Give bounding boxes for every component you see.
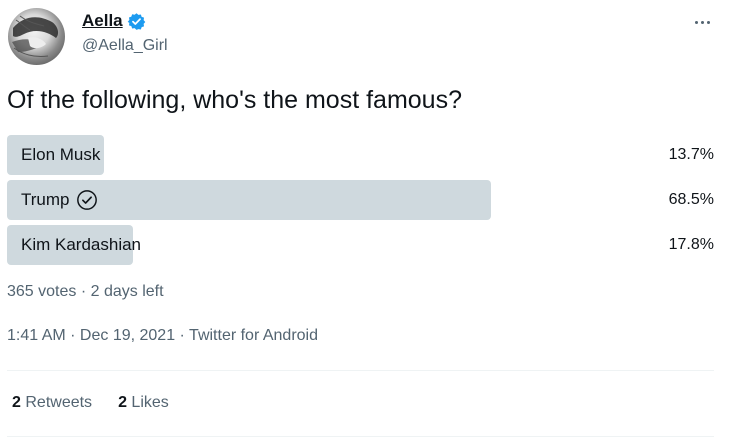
likes-stat[interactable]: 2 Likes (118, 394, 169, 412)
poll-option-percent: 13.7% (668, 146, 714, 163)
poll-option-label: Elon Musk (21, 135, 100, 175)
poll-option-elon-musk[interactable]: Elon Musk 13.7% (7, 135, 714, 175)
poll-option-text: Kim Kardashian (21, 235, 142, 254)
tweet-time[interactable]: 1:41 AM (7, 327, 66, 344)
retweets-stat[interactable]: 2 Retweets (12, 394, 92, 412)
tweet-date[interactable]: Dec 19, 2021 (80, 327, 175, 344)
avatar[interactable] (8, 8, 65, 65)
likes-label: Likes (131, 394, 169, 411)
poll-option-label: Kim Kardashian (21, 225, 141, 265)
divider (7, 370, 714, 371)
author-display-name[interactable]: Aella (82, 11, 123, 31)
poll: Elon Musk 13.7% Trump 68.5% Kim Kardashi… (7, 135, 714, 270)
separator: · (175, 327, 190, 344)
retweets-count: 2 (12, 394, 21, 411)
likes-count: 2 (118, 394, 127, 411)
poll-option-label: Trump (21, 180, 98, 220)
author-handle[interactable]: @Aella_Girl (82, 37, 168, 55)
divider (7, 436, 714, 437)
poll-option-percent: 68.5% (668, 191, 714, 208)
poll-option-text: Trump (21, 190, 70, 209)
engagement-stats: 2 Retweets 2 Likes (12, 394, 169, 412)
more-options-icon[interactable] (690, 10, 714, 34)
poll-option-kim-kardashian[interactable]: Kim Kardashian 17.8% (7, 225, 714, 265)
poll-option-percent: 17.8% (668, 236, 714, 253)
avatar-image (12, 15, 59, 57)
check-circle-icon (76, 189, 98, 211)
retweets-label: Retweets (25, 394, 93, 411)
tweet-source[interactable]: Twitter for Android (189, 327, 318, 344)
tweet-text: Of the following, who's the most famous? (7, 86, 462, 114)
poll-vote-count: 365 votes · 2 days left (7, 283, 164, 300)
author-name-row: Aella (82, 11, 146, 31)
verified-badge-icon (127, 12, 146, 31)
separator: · (65, 327, 80, 344)
tweet-timestamp: 1:41 AM · Dec 19, 2021 · Twitter for And… (7, 327, 318, 345)
poll-option-text: Elon Musk (21, 145, 101, 164)
poll-option-trump[interactable]: Trump 68.5% (7, 180, 714, 220)
